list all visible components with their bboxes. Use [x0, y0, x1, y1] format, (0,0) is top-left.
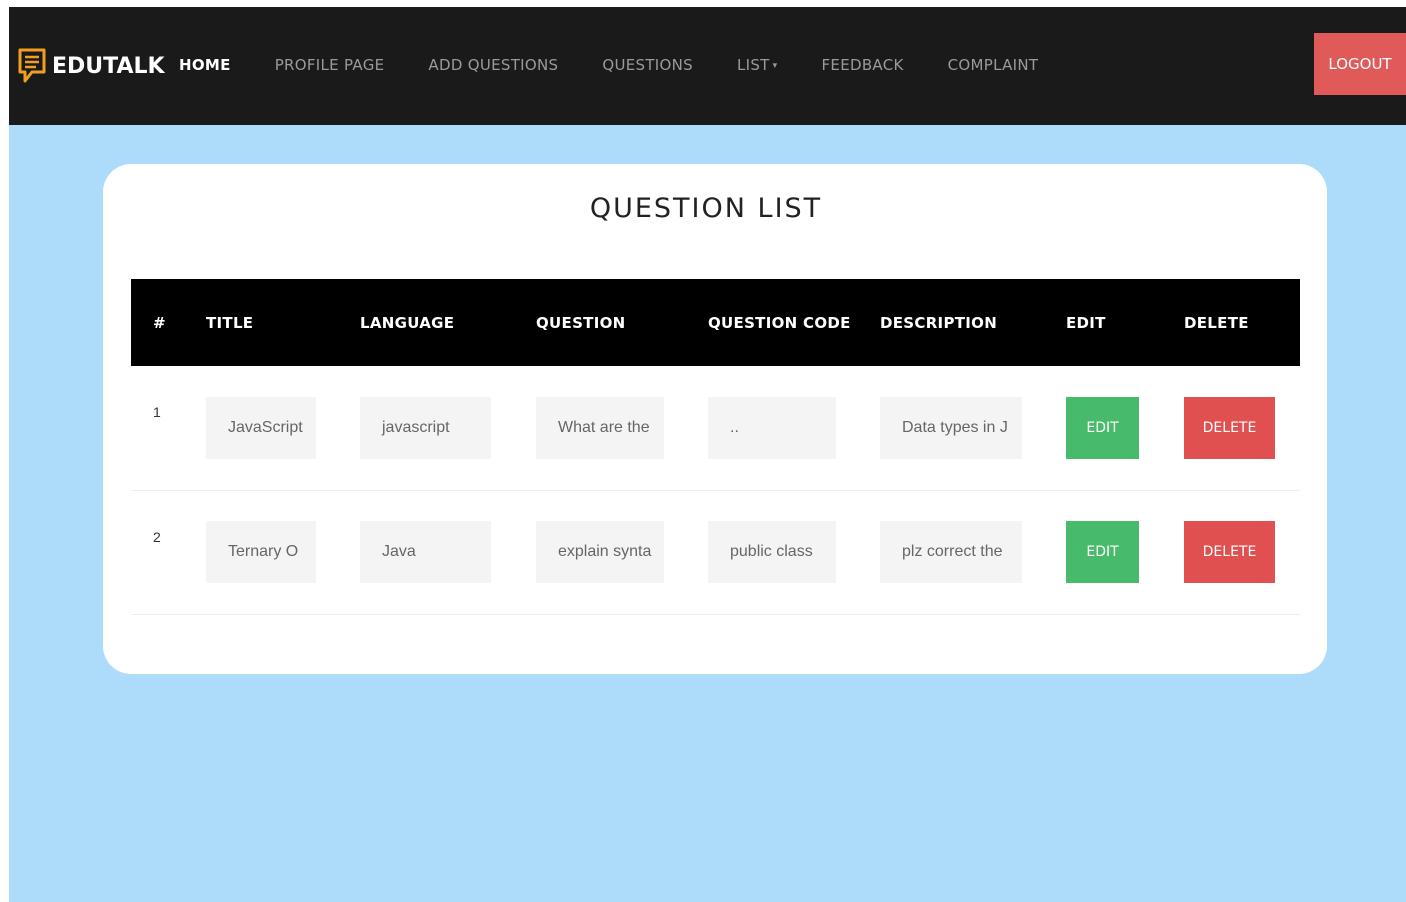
row-number: 1	[153, 404, 161, 420]
row-number-cell: 2	[131, 490, 206, 614]
header-title: TITLE	[206, 313, 254, 332]
nav-item-list-label: LIST	[736, 56, 770, 74]
description-field[interactable]: plz correct the	[880, 521, 1022, 583]
header-delete: DELETE	[1184, 313, 1249, 332]
row-number: 2	[153, 528, 161, 545]
nav-item-feedback[interactable]: FEEDBACK	[821, 56, 903, 74]
nav-item-home[interactable]: HOME	[179, 56, 231, 74]
header-number: #	[153, 313, 166, 332]
question-code-field[interactable]: ..	[708, 396, 836, 459]
nav-item-questions[interactable]: QUESTIONS	[602, 56, 693, 74]
description-field[interactable]: Data types in J	[880, 396, 1022, 459]
chat-bubble-icon	[18, 48, 46, 83]
nav-item-complaint[interactable]: COMPLAINT	[948, 56, 1039, 74]
nav-item-add-questions[interactable]: ADD QUESTIONS	[428, 56, 558, 74]
question-code-field[interactable]: public class	[708, 521, 836, 583]
language-field[interactable]: javascript	[360, 396, 491, 459]
question-field[interactable]: explain synta	[536, 521, 664, 583]
header-question-code: QUESTION CODE	[708, 313, 851, 332]
header-edit: EDIT	[1066, 313, 1106, 332]
logout-button[interactable]: LOGOUT	[1314, 33, 1406, 95]
table-row: 1 JavaScript javascript What are the .. …	[131, 366, 1300, 490]
header-language: LANGUAGE	[360, 313, 455, 332]
row-number-cell: 1	[131, 366, 206, 490]
question-field[interactable]: What are the	[536, 396, 664, 459]
delete-button[interactable]: DELETE	[1184, 521, 1275, 583]
page-title: QUESTION LIST	[589, 193, 823, 224]
language-field[interactable]: Java	[360, 521, 491, 583]
edit-button[interactable]: EDIT	[1066, 521, 1139, 583]
nav-item-list-dropdown[interactable]: LIST ▾	[737, 56, 778, 74]
header-description: DESCRIPTION	[880, 313, 998, 332]
nav-item-profile-page[interactable]: PROFILE PAGE	[275, 56, 385, 74]
edit-button[interactable]: EDIT	[1066, 396, 1139, 459]
question-table: # TITLE LANGUAGE QUESTION QUESTION CODE …	[131, 279, 1300, 615]
title-field[interactable]: Ternary O	[206, 521, 316, 583]
caret-down-icon: ▾	[772, 60, 778, 71]
title-field[interactable]: JavaScript	[206, 396, 316, 459]
brand-name: EDUTALK	[52, 53, 165, 79]
delete-button[interactable]: DELETE	[1184, 396, 1275, 459]
brand[interactable]: EDUTALK	[17, 47, 165, 85]
header-question: QUESTION	[536, 313, 626, 332]
navbar: EDUTALK HOME PROFILE PAGE ADD QUESTIONS …	[9, 7, 1406, 125]
table-header-row: # TITLE LANGUAGE QUESTION QUESTION CODE …	[131, 279, 1300, 366]
table-row: 2 Ternary O Java explain synta public cl…	[131, 490, 1300, 614]
nav-links: HOME PROFILE PAGE ADD QUESTIONS QUESTION…	[179, 52, 1082, 78]
